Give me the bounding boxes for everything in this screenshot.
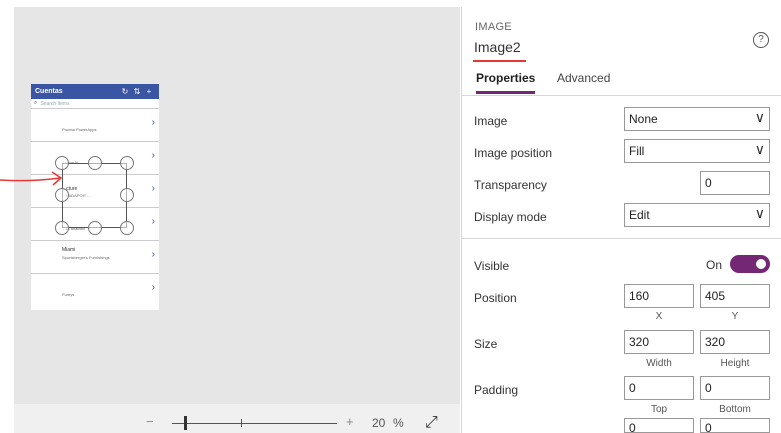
padding-right-input[interactable]: 0 — [700, 418, 770, 433]
chevron-down-icon: ∨ — [754, 141, 765, 157]
divider — [462, 238, 781, 239]
annotation-arrow-icon — [0, 171, 63, 186]
visible-label: Visible — [474, 259, 510, 273]
zoom-value: 20 — [372, 416, 386, 430]
help-icon[interactable]: ? — [753, 32, 769, 48]
image-dropdown-value: None — [629, 112, 658, 126]
padding-label: Padding — [474, 383, 519, 397]
resize-handle[interactable] — [88, 221, 102, 235]
refresh-icon[interactable]: ↻ — [119, 87, 131, 96]
size-label: Size — [474, 337, 498, 351]
position-y-input[interactable]: 405 — [700, 284, 770, 308]
list-item[interactable]: Prueba PowerApps › — [31, 109, 159, 142]
image-position-dropdown[interactable]: Fill ∨ — [624, 139, 770, 163]
display-mode-dropdown[interactable]: Edit ∨ — [624, 203, 770, 227]
position-x-input[interactable]: 160 — [624, 284, 694, 308]
resize-handle[interactable] — [120, 188, 134, 202]
size-width-input[interactable]: 320 — [624, 330, 694, 354]
tab-properties[interactable]: Properties — [476, 71, 536, 94]
tab-advanced[interactable]: Advanced — [557, 71, 610, 91]
display-mode-value: Edit — [629, 208, 650, 222]
divider — [462, 95, 781, 96]
chevron-down-icon: ∨ — [754, 205, 765, 221]
image-position-label: Image position — [474, 146, 553, 160]
resize-handle[interactable] — [120, 221, 134, 235]
chevron-right-icon[interactable]: › — [152, 117, 155, 128]
image-label: Image — [474, 114, 508, 128]
padding-left-input[interactable]: 0 — [624, 418, 694, 433]
transparency-input[interactable]: 0 — [700, 171, 770, 195]
chevron-right-icon[interactable]: › — [152, 282, 155, 293]
zoom-in-icon[interactable]: + — [346, 414, 354, 429]
sort-icon[interactable]: ⇅ — [131, 87, 143, 96]
fit-to-window-icon[interactable]: ⤢ — [425, 414, 438, 432]
visible-toggle[interactable] — [730, 255, 770, 273]
app-search-box[interactable]: ⌕ Search items — [31, 99, 159, 109]
position-x-label: X — [655, 311, 663, 322]
resize-handle[interactable] — [88, 156, 102, 170]
list-item[interactable]: Miami Sportsberger's Furnishings › — [31, 241, 159, 274]
zoom-out-icon[interactable]: − — [146, 414, 154, 429]
resize-handle[interactable] — [55, 188, 69, 202]
display-mode-label: Display mode — [474, 210, 547, 224]
properties-pane: IMAGE Image2 ? Properties Advanced Image… — [461, 7, 781, 433]
list-item-title: Miami — [62, 247, 76, 253]
chevron-right-icon[interactable]: › — [152, 249, 155, 260]
padding-top-input[interactable]: 0 — [624, 376, 694, 400]
padding-bottom-input[interactable]: 0 — [700, 376, 770, 400]
list-item-subtitle: Sportsberger's Furnishings — [62, 255, 110, 260]
control-name[interactable]: Image2 — [474, 39, 521, 55]
zoom-slider-thumb[interactable] — [184, 416, 187, 430]
chevron-right-icon[interactable]: › — [152, 150, 155, 161]
padding-top-label: Top — [650, 404, 668, 415]
control-type-label: IMAGE — [475, 21, 512, 33]
image-dropdown[interactable]: None ∨ — [624, 107, 770, 131]
app-header-bar: Cuentas ↻ ⇅ + — [31, 84, 159, 99]
app-header-title: Cuentas — [35, 88, 63, 95]
image-position-value: Fill — [629, 144, 645, 158]
toggle-knob — [756, 259, 766, 269]
annotation-underline — [473, 60, 526, 62]
size-height-input[interactable]: 320 — [700, 330, 770, 354]
position-label: Position — [474, 291, 517, 305]
list-item-subtitle: Foreys — [62, 292, 75, 297]
padding-bottom-label: Bottom — [719, 404, 751, 415]
image-selection-box[interactable] — [62, 163, 127, 228]
resize-handle[interactable] — [120, 156, 134, 170]
app-search-placeholder: Search items — [40, 100, 70, 107]
search-icon: ⌕ — [34, 100, 38, 106]
transparency-label: Transparency — [474, 178, 547, 192]
position-y-label: Y — [731, 311, 739, 322]
chevron-right-icon[interactable]: › — [152, 183, 155, 194]
add-icon[interactable]: + — [143, 87, 155, 96]
resize-handle[interactable] — [55, 156, 69, 170]
chevron-down-icon: ∨ — [754, 109, 765, 125]
visible-state: On — [706, 258, 723, 272]
size-width-label: Width — [646, 358, 672, 369]
chevron-right-icon[interactable]: › — [152, 216, 155, 227]
zoom-slider-tick — [241, 419, 242, 427]
list-item[interactable]: Foreys › — [31, 274, 159, 307]
zoom-slider-track[interactable] — [172, 423, 337, 424]
resize-handle[interactable] — [55, 221, 69, 235]
zoom-unit: % — [393, 416, 404, 430]
list-item-subtitle: Prueba PowerApps — [62, 127, 97, 132]
left-gutter — [0, 0, 14, 433]
size-height-label: Height — [720, 358, 750, 369]
